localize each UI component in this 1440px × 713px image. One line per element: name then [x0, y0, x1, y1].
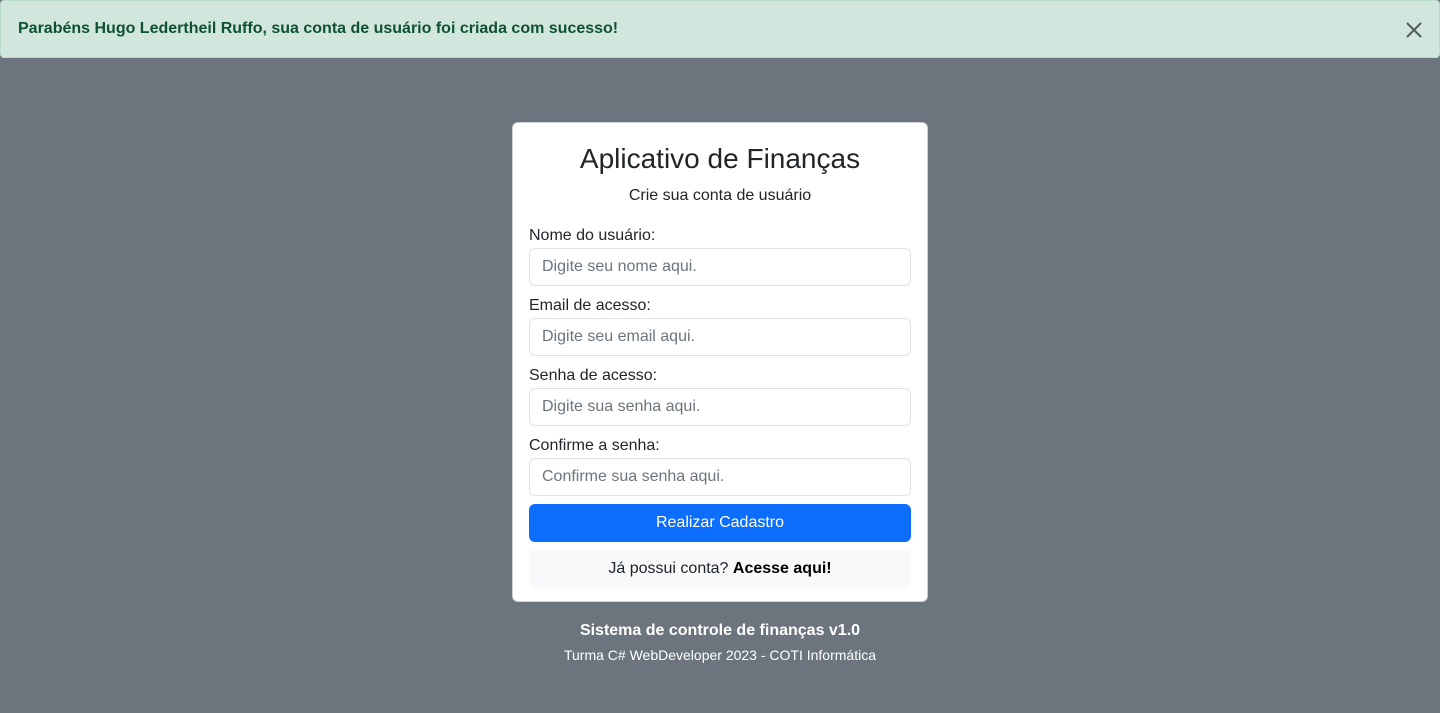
login-link-text[interactable]: Acesse aqui! — [733, 560, 832, 577]
register-button[interactable]: Realizar Cadastro — [529, 504, 911, 542]
confirm-password-label: Confirme a senha: — [529, 437, 660, 454]
password-label: Senha de acesso: — [529, 367, 658, 384]
email-input[interactable] — [529, 318, 911, 356]
register-card: Aplicativo de Finanças Crie sua conta de… — [512, 122, 928, 602]
password-field-group: Senha de acesso: — [529, 364, 911, 426]
footer-subtitle: Turma C# WebDeveloper 2023 - COTI Inform… — [563, 647, 876, 663]
app-title: Aplicativo de Finanças — [579, 143, 861, 174]
footer-title: Sistema de controle de finanças v1.0 — [579, 622, 861, 639]
footer: Sistema de controle de finanças v1.0 Tur… — [512, 620, 928, 665]
alert-message: Parabéns Hugo Ledertheil Ruffo, sua cont… — [18, 20, 619, 37]
login-link[interactable]: Já possui conta? Acesse aqui! — [529, 550, 911, 588]
name-input[interactable] — [529, 248, 911, 286]
name-field-group: Nome do usuário: — [529, 224, 911, 286]
email-label: Email de acesso: — [529, 297, 651, 314]
confirm-password-input[interactable] — [529, 458, 911, 496]
card-subtitle: Crie sua conta de usuário — [628, 187, 812, 204]
name-label: Nome do usuário: — [529, 227, 656, 244]
email-field-group: Email de acesso: — [529, 294, 911, 356]
password-input[interactable] — [529, 388, 911, 426]
login-prompt: Já possui conta? — [608, 560, 733, 577]
success-alert: Parabéns Hugo Ledertheil Ruffo, sua cont… — [0, 0, 1440, 58]
confirm-password-field-group: Confirme a senha: — [529, 434, 911, 496]
close-icon[interactable] — [1403, 19, 1425, 41]
